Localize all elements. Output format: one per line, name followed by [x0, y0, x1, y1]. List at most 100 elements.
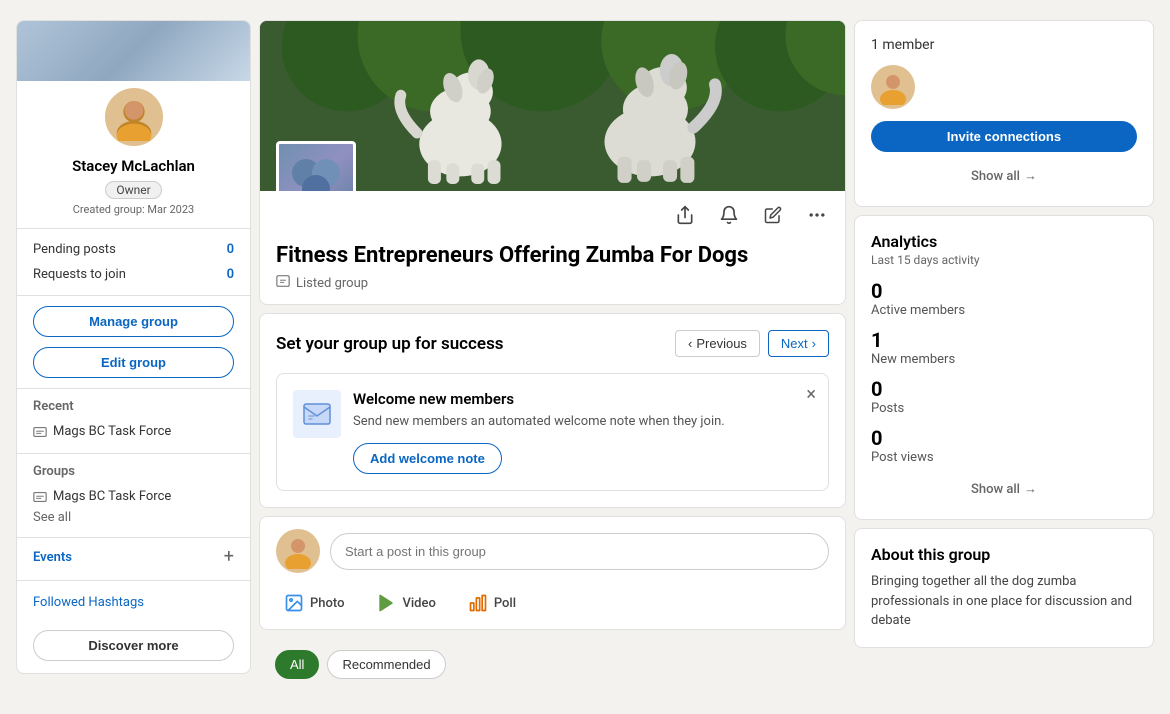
- group-meta: Listed group: [276, 274, 829, 292]
- about-card: About this group Bringing together all t…: [854, 528, 1154, 648]
- groups-group-name: Mags BC Task Force: [53, 489, 171, 504]
- group-logo: [276, 141, 356, 191]
- group-title: Fitness Entrepreneurs Offering Zumba For…: [276, 243, 829, 268]
- requests-to-join-label: Requests to join: [33, 267, 126, 282]
- photo-label: Photo: [310, 596, 344, 611]
- welcome-desc: Send new members an automated welcome no…: [353, 414, 812, 429]
- active-members-label: Active members: [871, 303, 1137, 318]
- pending-posts-value: 0: [227, 242, 234, 257]
- new-members-value: 1: [871, 328, 1137, 352]
- more-options-icon[interactable]: [801, 199, 833, 231]
- tab-recommended[interactable]: Recommended: [327, 650, 445, 679]
- groups-group-icon: [33, 490, 47, 504]
- welcome-title: Welcome new members: [353, 390, 812, 408]
- post-user-avatar: [276, 529, 320, 573]
- analytics-show-all-link[interactable]: Show all →: [871, 475, 1137, 503]
- pending-posts-row: Pending posts 0: [33, 237, 234, 262]
- post-actions: Photo Video Poll: [276, 585, 829, 617]
- requests-to-join-value: 0: [227, 267, 234, 282]
- posts-row: 0 Posts: [871, 377, 1137, 416]
- analytics-show-all-arrow-icon: →: [1024, 481, 1037, 497]
- new-members-label: New members: [871, 352, 1137, 367]
- add-welcome-note-button[interactable]: Add welcome note: [353, 443, 502, 474]
- members-card: 1 member Invite connections Show all →: [854, 20, 1154, 207]
- next-chevron-icon: ›: [812, 336, 816, 351]
- setup-nav: ‹ Previous Next ›: [675, 330, 829, 357]
- bell-icon[interactable]: [713, 199, 745, 231]
- video-icon: [376, 593, 396, 613]
- profile-cover: [17, 21, 250, 81]
- edit-icon[interactable]: [757, 199, 789, 231]
- main-content: Fitness Entrepreneurs Offering Zumba For…: [259, 20, 846, 683]
- post-input-row: [276, 529, 829, 573]
- profile-role-badge: Owner: [105, 181, 161, 199]
- events-label: Events: [33, 550, 72, 565]
- analytics-show-all-label: Show all: [971, 482, 1020, 497]
- edit-group-button[interactable]: Edit group: [33, 347, 234, 378]
- post-views-label: Post views: [871, 450, 1137, 465]
- member-avatar: [871, 65, 915, 109]
- followed-hashtags-link[interactable]: Followed Hashtags: [33, 591, 234, 614]
- post-area-card: Photo Video Poll: [259, 516, 846, 630]
- profile-name: Stacey McLachlan: [33, 157, 234, 175]
- about-title: About this group: [871, 545, 1137, 564]
- setup-card: Set your group up for success ‹ Previous…: [259, 313, 846, 508]
- right-sidebar: 1 member Invite connections Show all → A…: [854, 20, 1154, 648]
- welcome-card: Welcome new members Send new members an …: [276, 373, 829, 491]
- active-members-row: 0 Active members: [871, 279, 1137, 318]
- recent-group-link[interactable]: Mags BC Task Force: [33, 420, 234, 443]
- show-all-arrow-icon: →: [1024, 168, 1037, 184]
- posts-label: Posts: [871, 401, 1137, 416]
- show-all-label: Show all: [971, 169, 1020, 184]
- analytics-card: Analytics Last 15 days activity 0 Active…: [854, 215, 1154, 520]
- groups-group-link[interactable]: Mags BC Task Force: [33, 485, 234, 508]
- about-description: Bringing together all the dog zumba prof…: [871, 572, 1137, 631]
- events-section: Events +: [17, 537, 250, 580]
- group-icon: [33, 425, 47, 439]
- members-show-all-link[interactable]: Show all →: [871, 162, 1137, 190]
- filter-tabs: All Recommended: [259, 638, 846, 683]
- new-members-row: 1 New members: [871, 328, 1137, 367]
- setup-title: Set your group up for success: [276, 334, 504, 354]
- share-icon[interactable]: [669, 199, 701, 231]
- poll-icon: [468, 593, 488, 613]
- group-title-area: Fitness Entrepreneurs Offering Zumba For…: [260, 239, 845, 304]
- profile-created: Created group: Mar 2023: [33, 203, 234, 216]
- previous-label: Previous: [696, 336, 747, 351]
- groups-section: Groups Mags BC Task Force See all: [17, 453, 250, 537]
- see-all-link[interactable]: See all: [33, 508, 234, 527]
- recent-label: Recent: [33, 399, 234, 414]
- recent-section: Recent Mags BC Task Force: [17, 388, 250, 453]
- poll-label: Poll: [494, 596, 516, 611]
- welcome-email-icon: [293, 390, 341, 438]
- members-count: 1 member: [871, 37, 1137, 53]
- group-card: Fitness Entrepreneurs Offering Zumba For…: [259, 20, 846, 305]
- posts-value: 0: [871, 377, 1137, 401]
- photo-button[interactable]: Photo: [276, 589, 352, 617]
- sidebar-stats: Pending posts 0 Requests to join 0: [17, 229, 250, 296]
- tab-all[interactable]: All: [275, 650, 319, 679]
- profile-avatar: [102, 85, 166, 149]
- video-button[interactable]: Video: [368, 589, 443, 617]
- photo-icon: [284, 593, 304, 613]
- group-hero-image: [260, 21, 845, 191]
- active-members-value: 0: [871, 279, 1137, 303]
- post-input-field[interactable]: [330, 533, 829, 570]
- manage-group-button[interactable]: Manage group: [33, 306, 234, 337]
- close-welcome-icon[interactable]: ×: [806, 386, 816, 404]
- group-type-icon: [276, 274, 290, 292]
- pending-posts-label: Pending posts: [33, 242, 116, 257]
- analytics-title: Analytics: [871, 232, 1137, 251]
- setup-header: Set your group up for success ‹ Previous…: [276, 330, 829, 357]
- next-button[interactable]: Next ›: [768, 330, 829, 357]
- next-label: Next: [781, 336, 808, 351]
- discover-more-button[interactable]: Discover more: [33, 630, 234, 661]
- previous-button[interactable]: ‹ Previous: [675, 330, 760, 357]
- left-sidebar: Stacey McLachlan Owner Created group: Ma…: [16, 20, 251, 674]
- invite-connections-button[interactable]: Invite connections: [871, 121, 1137, 152]
- group-header-actions: [260, 191, 845, 239]
- post-views-value: 0: [871, 426, 1137, 450]
- poll-button[interactable]: Poll: [460, 589, 524, 617]
- recent-group-name: Mags BC Task Force: [53, 424, 171, 439]
- events-add-button[interactable]: +: [224, 548, 234, 566]
